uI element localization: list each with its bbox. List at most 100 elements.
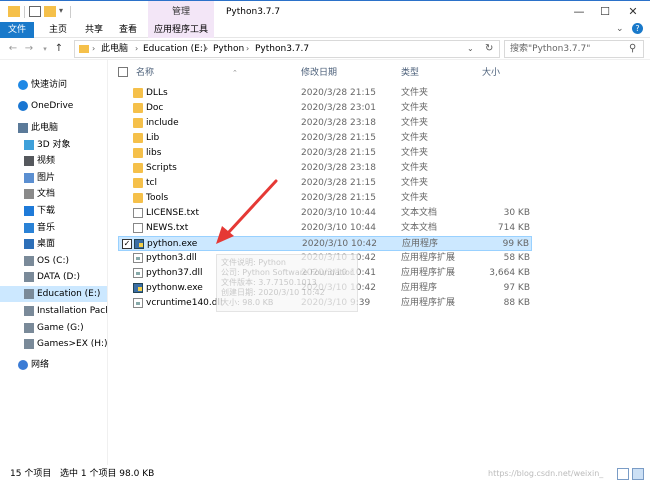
refresh-icon[interactable]: ↻ bbox=[485, 41, 493, 57]
file-row[interactable]: Scripts 2020/3/28 23:18 文件夹 bbox=[118, 161, 532, 176]
tab-home[interactable]: 主页 bbox=[44, 22, 72, 38]
breadcrumb-separator-icon[interactable]: › bbox=[135, 41, 138, 57]
file-row[interactable]: Lib 2020/3/28 21:15 文件夹 bbox=[118, 131, 532, 146]
forward-arrow-icon[interactable]: → bbox=[22, 41, 36, 57]
nav-item[interactable]: OS (C:) bbox=[0, 253, 107, 269]
nav-item[interactable]: Games>EX (H:) bbox=[0, 336, 107, 352]
large-icons-view-icon[interactable] bbox=[632, 468, 644, 480]
file-size: 3,664 KB bbox=[489, 268, 530, 278]
breadcrumb-python[interactable]: Python bbox=[213, 41, 244, 57]
tab-view[interactable]: 查看 bbox=[114, 22, 142, 38]
drive-icon bbox=[24, 339, 34, 349]
column-header-size[interactable]: 大小 bbox=[482, 66, 500, 80]
nav-item[interactable]: DATA (D:) bbox=[0, 269, 107, 285]
breadcrumb-education[interactable]: Education (E:) bbox=[143, 41, 206, 57]
nav-item[interactable]: 音乐 bbox=[0, 220, 107, 236]
chevron-down-icon[interactable]: ▾ bbox=[59, 6, 67, 17]
maximize-button[interactable]: ☐ bbox=[592, 1, 618, 23]
properties-icon[interactable] bbox=[29, 6, 41, 17]
nav-item[interactable]: 桌面 bbox=[0, 236, 107, 252]
breadcrumb-separator-icon[interactable]: › bbox=[205, 41, 208, 57]
row-checkbox[interactable]: ✓ bbox=[122, 239, 132, 249]
tab-file[interactable]: 文件 bbox=[0, 22, 34, 38]
breadcrumb-separator-icon[interactable]: › bbox=[92, 41, 95, 57]
context-tab-manage[interactable]: 管理 bbox=[148, 1, 214, 23]
desktop-icon bbox=[24, 239, 34, 249]
file-row[interactable]: NEWS.txt 2020/3/10 10:44 文本文档 714 KB bbox=[118, 221, 532, 236]
file-type: 文本文档 bbox=[401, 208, 438, 218]
file-row[interactable]: ✓ python.exe 2020/3/10 10:42 应用程序 99 KB bbox=[118, 236, 532, 251]
file-row[interactable]: libs 2020/3/28 21:15 文件夹 bbox=[118, 146, 532, 161]
item-count: 15 个项目 bbox=[10, 469, 52, 479]
nav-item[interactable]: Game (G:) bbox=[0, 320, 107, 336]
file-name: libs bbox=[146, 148, 162, 158]
nav-item[interactable]: 3D 对象 bbox=[0, 137, 107, 153]
nav-item-label: 3D 对象 bbox=[37, 140, 71, 150]
recent-locations-icon[interactable]: ▾ bbox=[38, 41, 52, 57]
breadcrumb-separator-icon[interactable]: › bbox=[246, 41, 249, 57]
file-name: python3.dll bbox=[146, 253, 197, 263]
folder-icon bbox=[133, 193, 143, 203]
column-header-name[interactable]: 名称 ⌃ bbox=[136, 66, 296, 80]
file-row[interactable]: tcl 2020/3/28 21:15 文件夹 bbox=[118, 176, 532, 191]
file-info-tooltip: 文件说明: Python 公司: Python Software Foundat… bbox=[216, 254, 358, 312]
file-date: 2020/3/10 10:42 bbox=[302, 239, 377, 249]
nav-item[interactable]: 此电脑 bbox=[0, 120, 107, 136]
expand-ribbon-icon[interactable]: ⌄ bbox=[616, 24, 624, 34]
text-file-icon bbox=[133, 208, 143, 218]
breadcrumb-python377[interactable]: Python3.7.7 bbox=[255, 41, 309, 57]
file-row[interactable]: LICENSE.txt 2020/3/10 10:44 文本文档 30 KB bbox=[118, 206, 532, 221]
nav-item[interactable]: Education (E:) bbox=[0, 286, 107, 302]
breadcrumb-this-pc[interactable]: 此电脑 bbox=[101, 41, 128, 57]
tooltip-line: 公司: Python Software Foundation bbox=[221, 268, 353, 277]
up-arrow-icon[interactable]: ↑ bbox=[52, 41, 66, 57]
column-header-type[interactable]: 类型 bbox=[401, 66, 419, 80]
file-name: LICENSE.txt bbox=[146, 208, 200, 218]
file-date: 2020/3/28 21:15 bbox=[301, 178, 376, 188]
watermark-text: https://blog.csdn.net/weixin_ bbox=[488, 469, 604, 478]
minimize-button[interactable]: — bbox=[566, 1, 592, 23]
music-icon bbox=[24, 223, 34, 233]
file-size: 99 KB bbox=[502, 239, 529, 249]
new-folder-icon[interactable] bbox=[44, 6, 56, 17]
file-name: Doc bbox=[146, 103, 164, 113]
nav-item[interactable]: 文档 bbox=[0, 186, 107, 202]
file-date: 2020/3/10 10:44 bbox=[301, 208, 376, 218]
column-header-date[interactable]: 修改日期 bbox=[301, 66, 337, 80]
nav-item[interactable]: 下载 bbox=[0, 203, 107, 219]
document-icon bbox=[24, 189, 34, 199]
nav-item[interactable]: Installation Packag bbox=[0, 303, 107, 319]
python-exe-icon bbox=[134, 239, 144, 249]
dll-file-icon bbox=[133, 268, 143, 278]
tab-app-tools[interactable]: 应用程序工具 bbox=[148, 22, 214, 38]
close-button[interactable]: ✕ bbox=[620, 1, 646, 23]
nav-item[interactable]: 网络 bbox=[0, 357, 107, 373]
tab-share[interactable]: 共享 bbox=[80, 22, 108, 38]
dll-file-icon bbox=[133, 298, 143, 308]
file-row[interactable]: Tools 2020/3/28 21:15 文件夹 bbox=[118, 191, 532, 206]
nav-item[interactable]: 图片 bbox=[0, 170, 107, 186]
select-all-checkbox[interactable] bbox=[118, 67, 128, 77]
address-bar[interactable]: › 此电脑 › Education (E:) › Python › Python… bbox=[74, 40, 500, 58]
search-box[interactable]: 搜索"Python3.7.7" ⚲ bbox=[504, 40, 644, 58]
download-icon bbox=[24, 206, 34, 216]
cube-icon bbox=[24, 140, 34, 150]
details-view-icon[interactable] bbox=[617, 468, 629, 480]
back-arrow-icon[interactable]: ← bbox=[6, 41, 20, 57]
help-icon[interactable]: ? bbox=[632, 23, 643, 34]
nav-item[interactable]: OneDrive bbox=[0, 98, 107, 114]
dll-file-icon bbox=[133, 253, 143, 263]
picture-icon bbox=[24, 173, 34, 183]
file-row[interactable]: include 2020/3/28 23:18 文件夹 bbox=[118, 116, 532, 131]
address-history-icon[interactable]: ⌄ bbox=[467, 41, 474, 57]
python-exe-icon bbox=[133, 283, 143, 293]
nav-item[interactable]: 快速访问 bbox=[0, 77, 107, 93]
folder-app-icon bbox=[8, 6, 20, 17]
file-row[interactable]: Doc 2020/3/28 23:01 文件夹 bbox=[118, 101, 532, 116]
search-input[interactable]: 搜索"Python3.7.7" bbox=[510, 41, 590, 57]
nav-item-label: DATA (D:) bbox=[37, 272, 81, 282]
file-row[interactable]: DLLs 2020/3/28 21:15 文件夹 bbox=[118, 86, 532, 101]
file-size: 97 KB bbox=[503, 283, 530, 293]
text-file-icon bbox=[133, 223, 143, 233]
nav-item[interactable]: 视频 bbox=[0, 153, 107, 169]
